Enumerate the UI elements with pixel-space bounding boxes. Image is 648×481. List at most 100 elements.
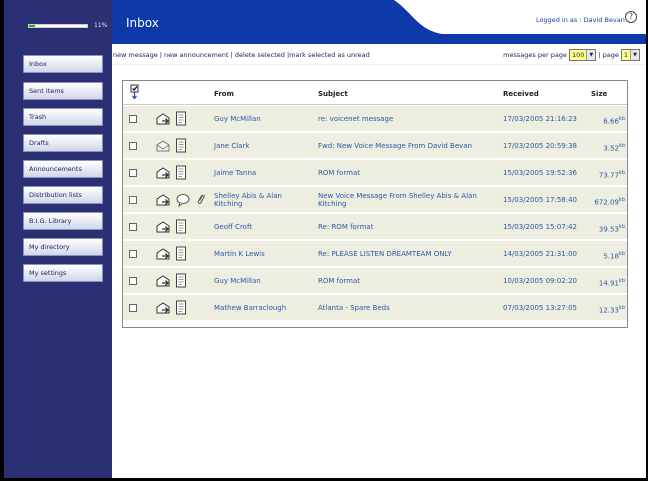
header: Inbox Logged in as : David Bevan ? bbox=[112, 0, 646, 44]
forward-icon bbox=[155, 300, 171, 316]
delete-selected-link[interactable]: delete selected bbox=[235, 51, 285, 59]
message-from[interactable]: Guy McMillan bbox=[214, 277, 310, 285]
document-icon bbox=[175, 111, 187, 127]
row-checkbox[interactable] bbox=[129, 196, 137, 204]
size-unit: kb bbox=[618, 170, 625, 176]
message-received[interactable]: 17/03/2005 20:59:38 bbox=[503, 142, 587, 150]
document-icon bbox=[175, 273, 187, 289]
document-icon bbox=[175, 138, 187, 154]
message-size: 5.18kb bbox=[603, 251, 625, 261]
forward-icon bbox=[155, 246, 171, 262]
row-checkbox[interactable] bbox=[129, 142, 137, 150]
sidebar-item-announcements[interactable]: Announcements bbox=[23, 160, 103, 178]
column-header-size[interactable]: Size bbox=[591, 90, 607, 98]
per-page-value: 100 bbox=[571, 51, 585, 59]
table-row[interactable]: Martin K Lewis Re: PLEASE LISTEN DREAMTEA… bbox=[123, 241, 627, 267]
table-header-row: From Subject Received Size bbox=[123, 81, 627, 105]
toolbar-actions: new message | new announcement | delete … bbox=[113, 51, 370, 59]
envelope-icon bbox=[155, 138, 171, 154]
message-received[interactable]: 15/03/2005 19:52:36 bbox=[503, 169, 587, 177]
sidebar-item-my-settings[interactable]: My settings bbox=[23, 264, 103, 282]
message-received[interactable]: 10/03/2005 09:02:20 bbox=[503, 277, 587, 285]
speech-bubble-icon bbox=[175, 192, 191, 208]
table-row[interactable]: Guy McMillan re: voicenet message 17/03/20… bbox=[123, 106, 627, 132]
app-window: 11% Inbox Sent items Trash Drafts Announ… bbox=[0, 0, 648, 481]
message-received[interactable]: 15/03/2005 15:07:42 bbox=[503, 223, 587, 231]
select-all-icon[interactable] bbox=[130, 84, 140, 100]
table-row[interactable]: Shelley Abis & Alan Kitching New Voice Me… bbox=[123, 187, 627, 213]
document-icon bbox=[175, 219, 187, 235]
row-checkbox[interactable] bbox=[129, 277, 137, 285]
sidebar-item-sent-items[interactable]: Sent items bbox=[23, 82, 103, 100]
message-received[interactable]: 17/03/2005 21:16:23 bbox=[503, 115, 587, 123]
message-size: 39.53kb bbox=[598, 224, 625, 234]
quota-bar-fill bbox=[29, 25, 36, 27]
table-row[interactable]: Mathew Barraclough Atlanta - Spare Beds 07… bbox=[123, 295, 627, 321]
message-subject[interactable]: Re: ROM format bbox=[318, 223, 498, 231]
message-received[interactable]: 14/03/2005 21:31:00 bbox=[503, 250, 587, 258]
message-subject[interactable]: ROM format bbox=[318, 277, 498, 285]
row-checkbox[interactable] bbox=[129, 223, 137, 231]
logged-in-status: Logged in as : David Bevan bbox=[536, 16, 625, 24]
message-size: 6.66kb bbox=[603, 116, 625, 126]
size-unit: kb bbox=[618, 116, 625, 122]
message-subject[interactable]: Re: PLEASE LISTEN DREAMTEAM ONLY bbox=[318, 250, 498, 258]
sidebar-item-distribution-lists[interactable]: Distribution lists bbox=[23, 186, 103, 204]
table-row[interactable]: Geoff Croft Re: ROM format 15/03/2005 15:0… bbox=[123, 214, 627, 240]
sidebar-item-inbox[interactable]: Inbox bbox=[23, 55, 103, 73]
size-unit: kb bbox=[618, 143, 625, 149]
forward-icon bbox=[155, 273, 171, 289]
per-page-select[interactable]: 100 ▼ bbox=[568, 49, 597, 61]
new-announcement-link[interactable]: new announcement bbox=[164, 51, 229, 59]
chevron-down-icon: ▼ bbox=[586, 50, 596, 60]
help-icon[interactable]: ? bbox=[625, 11, 637, 23]
sidebar-item-drafts[interactable]: Drafts bbox=[23, 134, 103, 152]
column-header-received[interactable]: Received bbox=[503, 90, 539, 98]
table-row[interactable]: Jaime Tanna ROM format 15/03/2005 19:52:36… bbox=[123, 160, 627, 186]
message-received[interactable]: 15/03/2005 17:58:40 bbox=[503, 196, 587, 204]
sidebar-item-trash[interactable]: Trash bbox=[23, 108, 103, 126]
message-from[interactable]: Guy McMillan bbox=[214, 115, 310, 123]
message-from[interactable]: Shelley Abis & Alan Kitching bbox=[214, 192, 310, 208]
message-subject[interactable]: Atlanta - Spare Beds bbox=[318, 304, 498, 312]
row-checkbox[interactable] bbox=[129, 115, 137, 123]
document-icon bbox=[175, 165, 187, 181]
sidebar-item-my-directory[interactable]: My directory bbox=[23, 238, 103, 256]
message-subject[interactable]: Fwd: New Voice Message From David Bevan bbox=[318, 142, 498, 150]
page-value: 1 bbox=[623, 51, 628, 59]
message-from[interactable]: Mathew Barraclough bbox=[214, 304, 310, 312]
size-unit: kb bbox=[618, 197, 625, 203]
message-from[interactable]: Martin K Lewis bbox=[214, 250, 310, 258]
row-checkbox[interactable] bbox=[129, 169, 137, 177]
message-size: 14.91kb bbox=[598, 278, 625, 288]
table-row[interactable]: Jane Clark Fwd: New Voice Message From Da… bbox=[123, 133, 627, 159]
row-checkbox[interactable] bbox=[129, 304, 137, 312]
message-from[interactable]: Jaime Tanna bbox=[214, 169, 310, 177]
size-unit: kb bbox=[618, 278, 625, 284]
message-received[interactable]: 07/03/2005 13:27:05 bbox=[503, 304, 587, 312]
sidebar: 11% Inbox Sent items Trash Drafts Announ… bbox=[4, 0, 112, 478]
forward-icon bbox=[155, 192, 171, 208]
message-from[interactable]: Jane Clark bbox=[214, 142, 310, 150]
column-header-from[interactable]: From bbox=[214, 90, 234, 98]
table-row[interactable]: Guy McMillan ROM format 10/03/2005 09:02:2… bbox=[123, 268, 627, 294]
quota-bar bbox=[28, 24, 88, 28]
forward-icon bbox=[155, 219, 171, 235]
sidebar-item-big-library[interactable]: B.I.G. Library bbox=[23, 212, 103, 230]
page-select[interactable]: 1 ▼ bbox=[620, 49, 640, 61]
paging-controls: messages per page 100 ▼ | page 1 ▼ bbox=[503, 49, 640, 61]
paperclip-icon bbox=[195, 192, 207, 208]
chevron-down-icon: ▼ bbox=[630, 50, 639, 60]
message-subject[interactable]: New Voice Message From Shelley Abis & Al… bbox=[318, 192, 498, 208]
mark-unread-link[interactable]: mark selected as unread bbox=[289, 51, 370, 59]
toolbar: new message | new announcement | delete … bbox=[112, 47, 646, 65]
message-size: 73.77kb bbox=[598, 170, 625, 180]
message-size: 12.33kb bbox=[598, 305, 625, 315]
message-subject[interactable]: ROM format bbox=[318, 169, 498, 177]
column-header-subject[interactable]: Subject bbox=[318, 90, 348, 98]
message-from[interactable]: Geoff Croft bbox=[214, 223, 310, 231]
new-message-link[interactable]: new message bbox=[113, 51, 158, 59]
message-subject[interactable]: re: voicenet message bbox=[318, 115, 498, 123]
row-checkbox[interactable] bbox=[129, 250, 137, 258]
forward-icon bbox=[155, 165, 171, 181]
